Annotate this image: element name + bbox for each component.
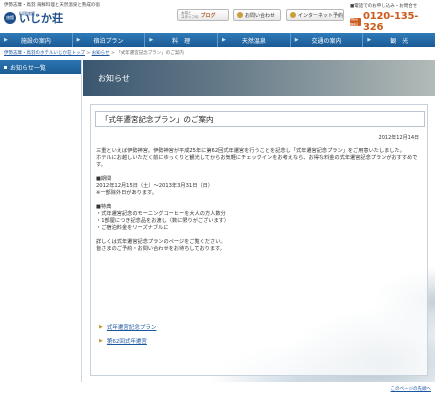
nav-item-access[interactable]: ▶ 交通の案内 <box>291 33 364 47</box>
nav-item-onsen[interactable]: ▶ 天然温泉 <box>218 33 291 47</box>
nav-label: 宿泊プラン <box>93 37 124 45</box>
article-outro-2: 皆さまのご予約・お問い合わせをお待ちしております。 <box>96 246 225 252</box>
nav-arrow-icon: ▶ <box>294 37 299 43</box>
period-note: ※一部除外日があります。 <box>96 190 157 196</box>
bullet-square-icon <box>4 65 7 69</box>
nav-label: 施設の案内 <box>20 37 51 45</box>
contact-button-label: お問い合わせ <box>245 12 276 19</box>
global-nav: ▶ 施設の案内 ▶ 宿泊プラン ▶ 料 理 ▶ 天然温泉 ▶ 交通の案内 ▶ 観 光 <box>0 33 435 47</box>
article-outro: 詳しくは式年遷宮記念プランのページをご覧ください。 <box>96 239 226 245</box>
breadcrumb-news-link[interactable]: お知らせ <box>92 51 110 56</box>
blog-button[interactable]: 女将と スタッフの ブログ <box>177 9 229 21</box>
nav-arrow-icon: ▶ <box>222 37 226 43</box>
page-top-link[interactable]: このページの先頭へ <box>391 386 431 392</box>
nav-item-plans[interactable]: ▶ 宿泊プラン <box>73 33 146 47</box>
article-panel: 「式年遷宮記念プラン」のご案内 2012年12月14日 三重といえば伊勢神宮。伊… <box>90 104 428 376</box>
breadcrumb-current: 「式年遷宮記念プラン」のご案内 <box>116 51 184 56</box>
nav-label: 料 理 <box>172 37 191 45</box>
nav-arrow-icon: ▶ <box>76 37 81 43</box>
nav-label: 交通の案内 <box>311 37 342 45</box>
phone-number[interactable]: 0120-135-326 <box>363 11 432 33</box>
reserve-button-label: インターネット予約 <box>298 12 344 19</box>
perks-heading: ■特典 <box>96 204 112 210</box>
perks-list: 式年遷宮記念のモーニングコーヒーを大人の方人数分 1部屋につき記念品をお渡し（数… <box>96 211 422 232</box>
period-heading: ■期間 <box>96 176 112 182</box>
link-arrow-icon: ▶ <box>99 324 103 330</box>
period-text: 2012年12月15日（土）〜2013年3月31日（日） <box>96 183 213 189</box>
blog-button-small: 女将と スタッフの <box>181 11 199 19</box>
site-header: 伊勢志摩・鳥羽 海鮮料理と天然温泉と熟成の宿 旅館 料理旅館 いじか荘 女将と … <box>0 0 435 33</box>
nav-item-sightseeing[interactable]: ▶ 観 光 <box>363 33 435 47</box>
sidebar-item-news-list[interactable]: お知らせ一覧 <box>0 60 81 74</box>
breadcrumb: 伊勢志摩・鳥羽のホテルいじか荘トップ > お知らせ > 「式年遷宮記念プラン」の… <box>4 50 184 56</box>
logo-subtitle: 料理旅館 <box>19 11 35 16</box>
nav-arrow-icon: ▶ <box>4 37 8 43</box>
reserve-arrow-icon <box>290 12 296 18</box>
list-item: 式年遷宮記念のモーニングコーヒーを大人の方人数分 <box>96 211 422 218</box>
nav-item-facilities[interactable]: ▶ 施設の案内 <box>0 33 73 47</box>
page-title: お知らせ <box>98 74 130 83</box>
site-tagline: 伊勢志摩・鳥羽 海鮮料理と天然温泉と熟成の宿 <box>4 3 100 8</box>
article-intro: 三重といえば伊勢神宮。伊勢神宮が平成25年に第62回式年遷宮を行うことを記念し「… <box>96 148 405 154</box>
phone-label: ■電話でのお申し込み・お問合せ <box>350 4 418 9</box>
nav-arrow-icon: ▶ <box>367 37 372 43</box>
nav-label: 天然温泉 <box>241 37 266 45</box>
article-intro-2: ホテルにお越しいただく前にゆっくりと観光してからお気軽にチェックインをお考えなら… <box>96 155 418 168</box>
nav-label: 観 光 <box>390 37 409 45</box>
list-item: 1部屋につき記念品をお渡し（数に限りがございます） <box>96 218 422 225</box>
phone-block: ■電話でのお申し込み・お問合せ 通話無料 0120-135-326 <box>350 3 432 33</box>
article-title: 「式年遷宮記念プラン」のご案内 <box>95 111 425 127</box>
link-arrow-icon: ▶ <box>99 338 103 344</box>
sidebar: お知らせ一覧 <box>0 60 82 382</box>
blog-button-label: ブログ <box>200 12 216 19</box>
nav-arrow-icon: ▶ <box>149 37 154 43</box>
plan-link[interactable]: 式年遷宮記念プラン <box>107 323 157 331</box>
breadcrumb-home-link[interactable]: 伊勢志摩・鳥羽のホテルいじか荘トップ <box>4 51 85 56</box>
plan-link-row: ▶ 式年遷宮記念プラン <box>99 323 156 331</box>
breadcrumb-separator: > <box>85 51 92 56</box>
logo-mark-icon: 旅館 <box>4 12 16 24</box>
contact-arrow-icon <box>237 12 243 18</box>
sidebar-item-label: お知らせ一覧 <box>10 64 46 72</box>
site-logo[interactable]: 旅館 料理旅館 いじか荘 <box>4 10 63 26</box>
sengu-link[interactable]: 第62回式年遷宮 <box>107 337 147 345</box>
article-date: 2012年12月14日 <box>378 135 419 141</box>
article-body: 三重といえば伊勢神宮。伊勢神宮が平成25年に第62回式年遷宮を行うことを記念し「… <box>96 148 422 253</box>
page-banner: お知らせ <box>83 60 435 96</box>
nav-item-cuisine[interactable]: ▶ 料 理 <box>145 33 219 47</box>
sengu-link-row: ▶ 第62回式年遷宮 <box>99 337 147 345</box>
reserve-button[interactable]: インターネット予約 <box>286 9 344 21</box>
contact-button[interactable]: お問い合わせ <box>233 9 281 21</box>
main-content: お知らせ 「式年遷宮記念プラン」のご案内 2012年12月14日 三重といえば伊… <box>83 60 435 382</box>
freedial-icon: 通話無料 <box>350 16 361 27</box>
list-item: ご宿泊料金をリーズナブルに <box>96 225 422 232</box>
